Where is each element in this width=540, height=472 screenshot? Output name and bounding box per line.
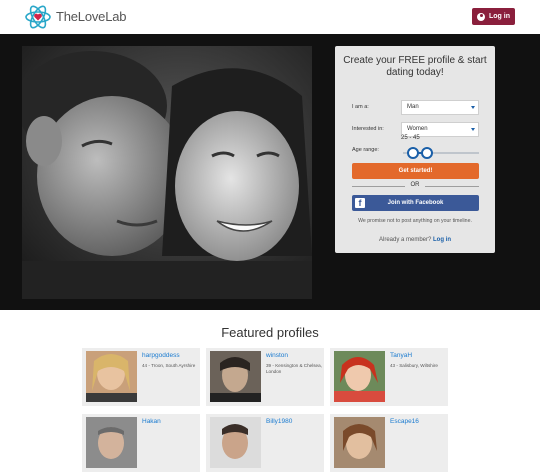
profile-photo[interactable] [210, 417, 261, 468]
chevron-down-icon [471, 106, 475, 109]
i-am-label: I am a: [352, 104, 369, 110]
interested-select-value: Women [407, 126, 428, 132]
facebook-join-label: Join with Facebook [387, 200, 444, 206]
profile-name[interactable]: Billy1980 [266, 418, 292, 425]
user-icon [477, 12, 485, 21]
profile-name[interactable]: harpgoddess [142, 352, 180, 359]
profile-card[interactable]: winston 39 - Kensington & Chelsea, Londo… [206, 348, 324, 406]
profile-name[interactable]: TanyaH [390, 352, 412, 359]
profile-location: 44 - Troon, South Ayrshire [142, 363, 196, 368]
gender-select[interactable]: Man [401, 100, 479, 115]
gender-select-value: Man [407, 104, 419, 110]
interested-in-label: Interested in: [352, 126, 384, 132]
profile-name[interactable]: Hakan [142, 418, 161, 425]
signup-title: Create your FREE profile & start dating … [343, 55, 487, 78]
brand-name[interactable]: TheLoveLab [56, 9, 126, 24]
facebook-join-button[interactable]: f Join with Facebook [352, 195, 479, 211]
atom-heart-logo-icon[interactable] [24, 3, 52, 31]
age-max-handle[interactable] [421, 147, 433, 159]
hero-section: Create your FREE profile & start dating … [0, 34, 540, 310]
or-label: OR [405, 182, 425, 188]
login-button[interactable]: Log in [472, 8, 515, 25]
profile-location: 39 - Kensington & Chelsea, London [266, 363, 322, 374]
member-text: Already a member? [378, 237, 432, 243]
facebook-icon: f [355, 198, 365, 208]
profile-photo[interactable] [334, 417, 385, 468]
login-label: Log in [489, 13, 510, 20]
profile-photo[interactable] [86, 351, 137, 402]
privacy-promise: We promise not to post anything on your … [358, 218, 472, 224]
featured-title: Featured profiles [221, 325, 319, 340]
profile-name[interactable]: Escape16 [390, 418, 419, 425]
profile-card[interactable]: harpgoddess 44 - Troon, South Ayrshire [82, 348, 200, 406]
age-range-value: 25 - 45 [401, 135, 420, 141]
age-min-handle[interactable] [407, 147, 419, 159]
get-started-button[interactable]: Get started! [352, 163, 479, 179]
chevron-down-icon [471, 128, 475, 131]
signup-form: Create your FREE profile & start dating … [335, 46, 495, 253]
profile-photo[interactable] [334, 351, 385, 402]
profile-photo[interactable] [86, 417, 137, 468]
profile-card[interactable]: Billy1980 [206, 414, 324, 472]
profile-location: 43 - Salisbury, Wiltshire [390, 363, 438, 368]
age-range-label: Age range: [352, 147, 379, 153]
member-prompt: Already a member? Log in [335, 237, 495, 243]
profile-name[interactable]: winston [266, 352, 288, 359]
profile-photo[interactable] [210, 351, 261, 402]
login-link[interactable]: Log in [433, 237, 451, 243]
profile-card[interactable]: Hakan [82, 414, 200, 472]
profile-card[interactable]: TanyaH 43 - Salisbury, Wiltshire [330, 348, 448, 406]
couple-photo [22, 46, 312, 299]
site-header: TheLoveLab Log in [0, 0, 540, 34]
profile-card[interactable]: Escape16 [330, 414, 448, 472]
